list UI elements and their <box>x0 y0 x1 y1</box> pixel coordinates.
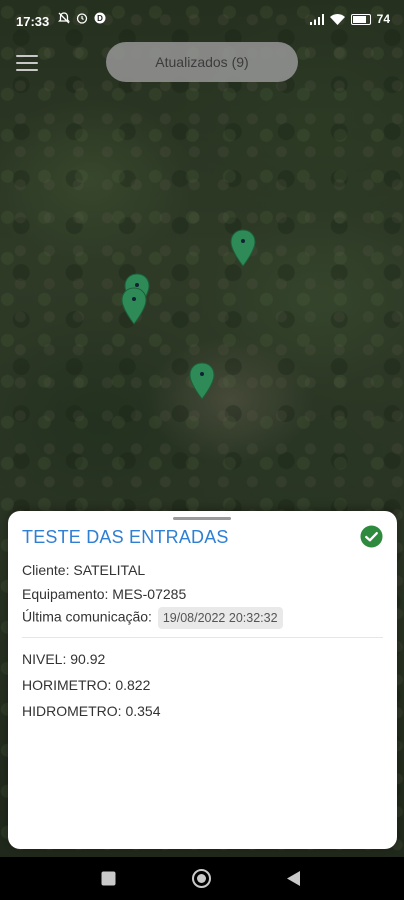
cliente-value: SATELITAL <box>73 562 146 578</box>
equipamento-value: MES-07285 <box>112 586 187 602</box>
ultima-comunicacao-row: Última comunicação: 19/08/2022 20:32:32 <box>22 607 283 629</box>
equipamento-label: Equipamento: <box>22 586 109 602</box>
cliente-row: Cliente: SATELITAL <box>22 562 145 578</box>
status-icons-right: 74 <box>309 12 390 26</box>
svg-text:D: D <box>97 14 103 23</box>
check-circle-icon <box>360 525 383 548</box>
wifi-icon <box>329 13 345 25</box>
reading-value: 0.822 <box>115 677 151 693</box>
battery-icon <box>350 13 371 25</box>
status-icons-left: D <box>58 12 106 24</box>
sheet-drag-handle[interactable] <box>173 517 231 520</box>
reading-value: 90.92 <box>70 651 106 667</box>
reading-label: HORIMETRO: <box>22 677 112 693</box>
updated-count-button[interactable]: Atualizados (9) <box>106 42 298 82</box>
signal-icon <box>309 13 324 25</box>
reading-value: 0.354 <box>125 703 161 719</box>
status-bar: 17:33 D 74 <box>0 0 404 40</box>
map-marker-icon[interactable] <box>230 229 256 267</box>
home-circle-icon[interactable] <box>191 868 212 889</box>
system-nav-bar <box>0 857 404 900</box>
status-time: 17:33 <box>16 14 50 29</box>
alarm-icon <box>76 13 88 24</box>
map-marker-icon[interactable] <box>189 362 215 400</box>
mute-icon <box>58 12 70 24</box>
app-notification-icon: D <box>94 12 106 24</box>
ultima-comunicacao-label: Última comunicação: <box>22 608 152 625</box>
device-title: TESTE DAS ENTRADAS <box>22 527 229 547</box>
reading-row: HIDROMETRO: 0.354 <box>22 703 161 719</box>
ultima-comunicacao-chip: 19/08/2022 20:32:32 <box>157 607 283 629</box>
menu-hamburger-icon[interactable] <box>16 55 38 71</box>
device-details-sheet: TESTE DAS ENTRADAS Cliente: SATELITAL Eq… <box>8 511 397 849</box>
equipamento-row: Equipamento: MES-07285 <box>22 586 186 602</box>
map-marker-icon[interactable] <box>121 287 147 325</box>
cliente-label: Cliente: <box>22 562 70 578</box>
divider <box>22 637 383 638</box>
reading-row: NIVEL: 90.92 <box>22 651 105 667</box>
recents-square-icon[interactable] <box>101 871 116 886</box>
reading-label: NIVEL: <box>22 651 67 667</box>
battery-percent: 74 <box>376 12 390 26</box>
reading-label: HIDROMETRO: <box>22 703 122 719</box>
back-triangle-icon[interactable] <box>286 870 301 887</box>
reading-row: HORIMETRO: 0.822 <box>22 677 150 693</box>
